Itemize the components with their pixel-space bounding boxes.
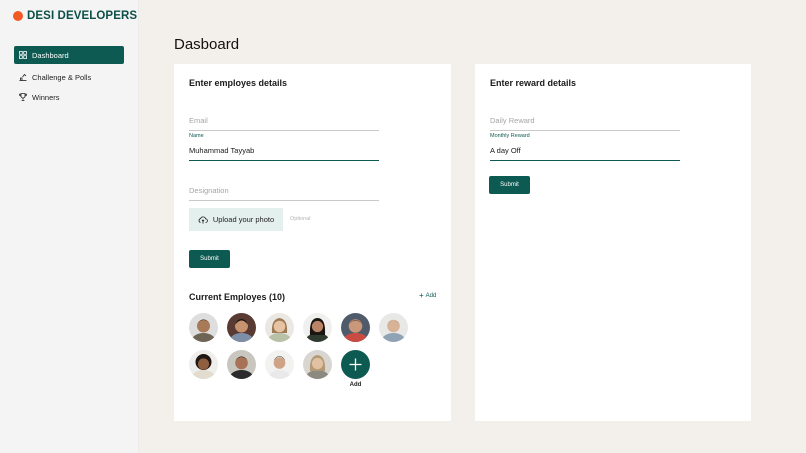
employee-avatar[interactable] xyxy=(341,313,370,342)
avatar-photo xyxy=(227,350,256,379)
brand-dot-icon xyxy=(13,11,23,21)
monthly-reward-field[interactable] xyxy=(490,144,680,157)
upload-photo-label: Upload your photo xyxy=(212,215,275,224)
add-employee-link[interactable]: + Add xyxy=(419,291,437,300)
daily-reward-underline xyxy=(490,130,680,131)
upload-optional-note: Optional xyxy=(290,216,311,222)
avatar-photo xyxy=(227,313,256,342)
avatar-photo xyxy=(265,350,294,379)
avatar-photo xyxy=(189,313,218,342)
monthly-reward-label: Monthly Reward xyxy=(490,133,530,139)
employee-avatar[interactable] xyxy=(189,350,218,379)
sidebar-item-winners[interactable]: Winners xyxy=(14,88,124,106)
reward-details-card: Enter reward details Monthly Reward Subm… xyxy=(475,64,751,421)
plus-icon xyxy=(349,358,362,371)
employee-avatar[interactable] xyxy=(379,313,408,342)
employee-avatar[interactable] xyxy=(265,313,294,342)
name-underline xyxy=(189,160,379,161)
cloud-upload-icon xyxy=(198,215,208,224)
email-underline xyxy=(189,130,379,131)
daily-reward-label xyxy=(490,103,680,110)
current-employees-title: Current Employes (10) xyxy=(189,292,286,302)
brand-name: DESI DEVELOPERS xyxy=(27,10,138,22)
upload-photo-button[interactable]: Upload your photo xyxy=(189,208,283,231)
brand-logo[interactable]: DESI DEVELOPERS xyxy=(13,10,137,22)
email-label xyxy=(189,103,379,110)
add-employee-button[interactable] xyxy=(341,350,370,379)
monthly-reward-field-group: Monthly Reward xyxy=(490,133,680,161)
plus-icon: + xyxy=(419,291,424,300)
designation-field-group xyxy=(189,173,379,201)
monthly-reward-underline xyxy=(490,160,680,161)
name-label: Name xyxy=(189,133,204,139)
employee-details-card: Enter employes details Name Upload your … xyxy=(174,64,451,421)
avatar-photo xyxy=(303,313,332,342)
chart-icon xyxy=(19,73,27,81)
avatar-photo xyxy=(379,313,408,342)
add-employee-link-label: Add xyxy=(425,293,437,299)
employee-submit-button[interactable]: Submit xyxy=(189,250,230,268)
designation-label xyxy=(189,173,379,180)
avatar-photo xyxy=(303,350,332,379)
employee-avatar[interactable] xyxy=(265,350,294,379)
employee-avatar[interactable] xyxy=(303,350,332,379)
grid-icon xyxy=(19,51,27,59)
employee-avatar[interactable] xyxy=(227,350,256,379)
avatar-photo xyxy=(189,350,218,379)
name-field-group: Name xyxy=(189,133,379,161)
daily-reward-field-group xyxy=(490,103,680,131)
sidebar-nav: Dashboard Challenge & Polls Winners xyxy=(14,46,124,108)
page-title: Dasboard xyxy=(174,36,240,53)
trophy-icon xyxy=(19,93,27,101)
sidebar-item-dashboard[interactable]: Dashboard xyxy=(14,46,124,64)
name-field[interactable] xyxy=(189,144,379,157)
sidebar: DESI DEVELOPERS Dashboard Challenge & Po… xyxy=(0,0,139,453)
designation-field[interactable] xyxy=(189,184,379,197)
avatar-photo xyxy=(265,313,294,342)
employee-avatar[interactable] xyxy=(303,313,332,342)
employee-avatar[interactable] xyxy=(227,313,256,342)
sidebar-item-label: Challenge & Polls xyxy=(32,72,92,82)
daily-reward-field[interactable] xyxy=(490,114,680,127)
email-field-group xyxy=(189,103,379,131)
sidebar-item-label: Dashboard xyxy=(32,50,69,60)
add-employee-label: Add xyxy=(349,382,362,388)
sidebar-item-challenge-polls[interactable]: Challenge & Polls xyxy=(14,68,124,86)
reward-form-title: Enter reward details xyxy=(490,78,577,88)
designation-underline xyxy=(189,200,379,201)
employee-avatar[interactable] xyxy=(189,313,218,342)
reward-submit-button[interactable]: Submit xyxy=(489,176,530,194)
email-field[interactable] xyxy=(189,114,379,127)
employee-form-title: Enter employes details xyxy=(189,78,288,88)
avatar-photo xyxy=(341,313,370,342)
sidebar-item-label: Winners xyxy=(32,92,60,102)
